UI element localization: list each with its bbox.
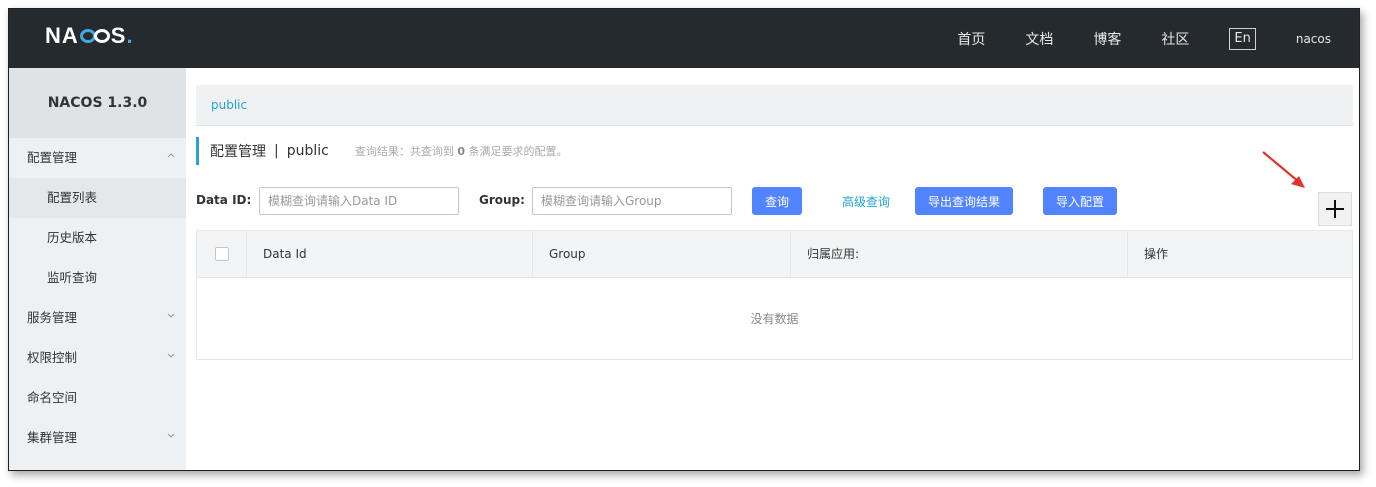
page-title: 配置管理 | public 查询结果：共查询到 0 条满足要求的配置。 [196,137,568,165]
sidebar-item-access-control[interactable]: 权限控制 [9,338,186,378]
language-toggle[interactable]: En [1229,27,1256,50]
table-header: Data Id Group 归属应用: 操作 [197,231,1352,278]
sidebar-item-label: 监听查询 [47,270,98,285]
sidebar-item-label: 配置列表 [47,190,98,205]
chevron-down-icon [166,338,176,378]
dataid-label: Data ID: [196,193,252,207]
sidebar-item-label: 权限控制 [27,350,78,365]
sidebar-item-label: 命名空间 [27,390,78,405]
group-input[interactable]: 模糊查询请输入Group [532,187,732,215]
select-all-cell [197,231,247,278]
dataid-input[interactable]: 模糊查询请输入Data ID [259,187,459,215]
sidebar-item-cluster-management[interactable]: 集群管理 [9,418,186,458]
add-config-button[interactable] [1318,192,1352,226]
top-navbar: NA S. 首页 文档 博客 社区 En nacos [9,9,1359,68]
empty-state: 没有数据 [750,312,799,326]
sidebar-item-label: 配置管理 [27,150,78,165]
title-namespace: public [286,143,329,159]
advanced-query-link[interactable]: 高级查询 [842,193,890,210]
import-config-button[interactable]: 导入配置 [1043,187,1117,215]
logo-dot: . [126,23,134,48]
logo-infinity-icon [79,29,110,43]
sidebar-item-config-management[interactable]: 配置管理 [9,138,186,178]
sidebar-item-label: 历史版本 [47,230,98,245]
nav-docs[interactable]: 文档 [1025,29,1053,49]
query-summary: 查询结果：共查询到 0 条满足要求的配置。 [355,143,568,159]
red-arrow-icon [1262,151,1305,188]
column-header-app[interactable]: 归属应用: [791,231,1128,278]
config-table: Data Id Group 归属应用: 操作 没有数据 [196,230,1353,360]
query-button[interactable]: 查询 [752,187,802,215]
app-window: NA S. 首页 文档 博客 社区 En nacos NACOS 1.3.0 配置… [8,8,1360,471]
sidebar-item-config-list[interactable]: 配置列表 [9,178,186,218]
sidebar-item-label: 集群管理 [27,430,78,445]
export-results-button[interactable]: 导出查询结果 [915,187,1013,215]
main-content: public 配置管理 | public 查询结果：共查询到 0 条满足要求的配… [186,68,1359,470]
logo-text-start: NA [45,23,79,48]
column-header-actions: 操作 [1144,247,1169,261]
sidebar-item-listener-query[interactable]: 监听查询 [9,258,186,298]
sidebar: NACOS 1.3.0 配置管理 配置列表 历史版本 监听查询 服务管理 权限控… [9,68,186,470]
nav-home[interactable]: 首页 [957,29,985,49]
plus-icon [1326,200,1344,218]
namespace-link-public[interactable]: public [211,98,247,112]
nav-blog[interactable]: 博客 [1093,29,1121,49]
title-separator: | [274,143,279,159]
chevron-down-icon [166,298,176,338]
group-label: Group: [479,193,525,207]
title-main: 配置管理 [210,144,266,160]
logo-text-end: S [110,23,127,48]
sidebar-item-label: 服务管理 [27,310,78,325]
chevron-up-icon [166,138,176,178]
user-menu[interactable]: nacos [1296,32,1331,46]
chevron-down-icon [166,418,176,458]
nav-community[interactable]: 社区 [1161,29,1189,49]
sidebar-item-history[interactable]: 历史版本 [9,218,186,258]
summary-suffix: 条满足要求的配置。 [468,145,568,158]
sidebar-item-namespace[interactable]: 命名空间 [9,378,186,418]
column-header-group[interactable]: Group [533,231,791,278]
sidebar-item-service-management[interactable]: 服务管理 [9,298,186,338]
version-label: NACOS 1.3.0 [9,68,186,138]
namespace-bar: public [196,85,1353,126]
filter-bar: Data ID: 模糊查询请输入Data ID Group: 模糊查询请输入Gr… [196,187,1353,215]
top-nav: 首页 文档 博客 社区 En nacos [957,9,1359,68]
summary-prefix: 查询结果：共查询到 [354,145,454,158]
select-all-checkbox[interactable] [215,247,229,261]
nacos-logo[interactable]: NA S. [45,23,134,49]
summary-count: 0 [457,145,465,158]
column-header-dataid[interactable]: Data Id [247,231,533,278]
